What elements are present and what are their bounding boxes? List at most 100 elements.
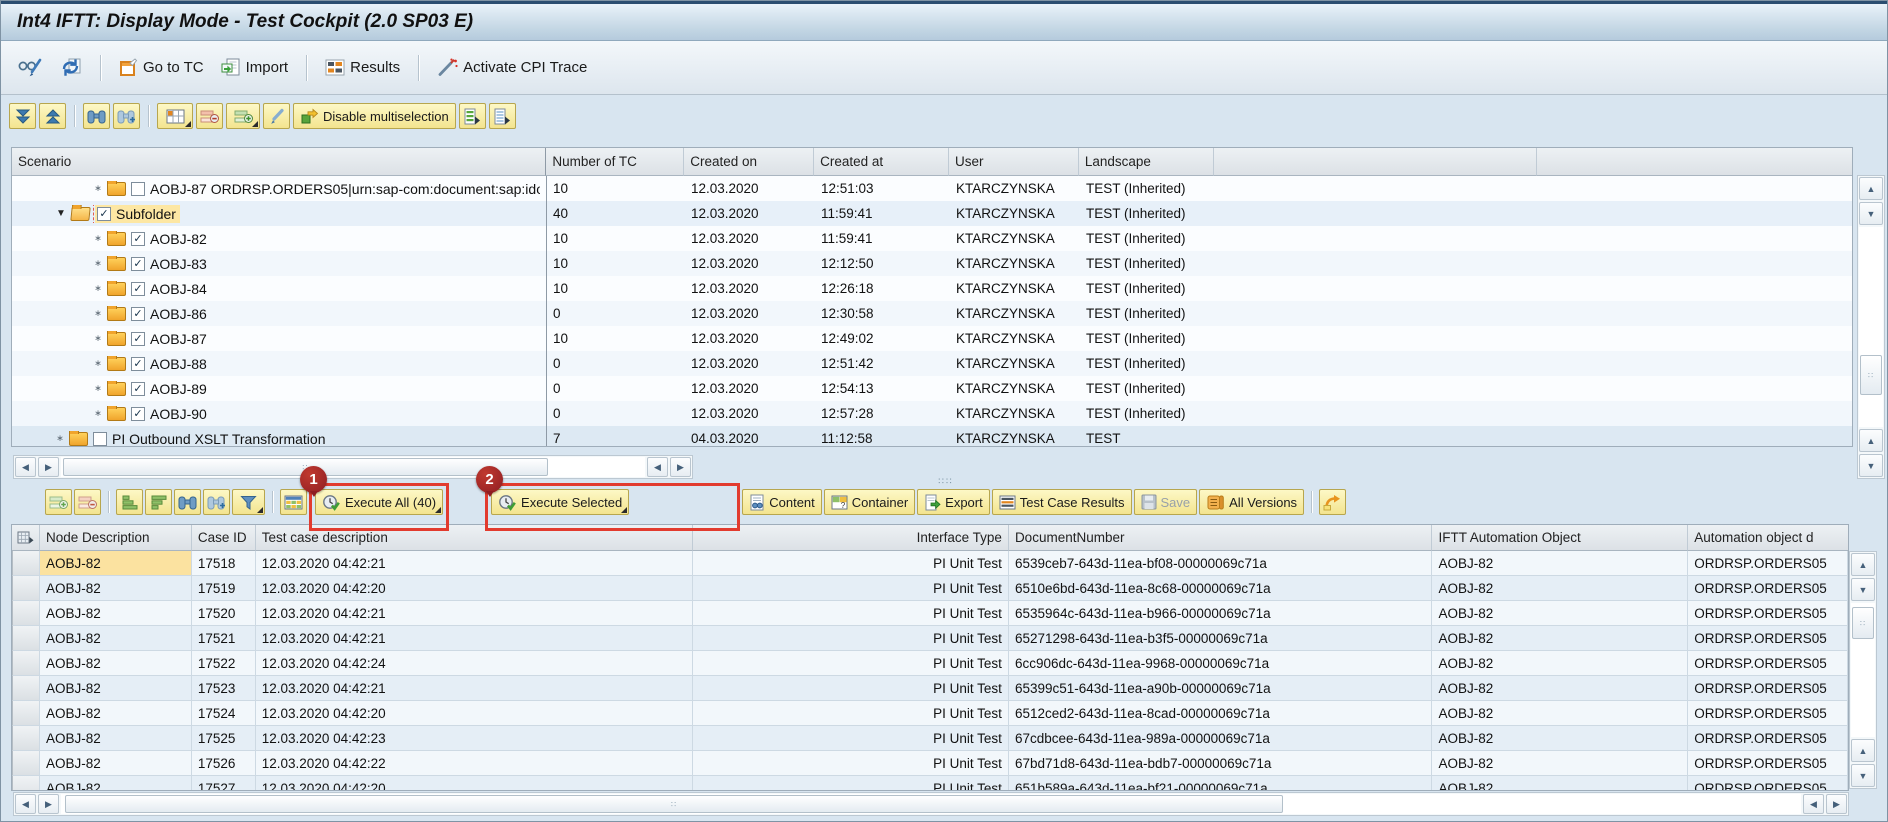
automation-object-description-cell[interactable]: ORDRSP.ORDERS05	[1688, 651, 1848, 676]
column-header-node-description[interactable]: Node Description	[40, 525, 192, 551]
iftt-automation-object-cell[interactable]: AOBJ-82	[1432, 701, 1688, 726]
column-header-number-of-tc[interactable]: Number of TC	[546, 148, 684, 176]
select-all-rows-button[interactable]	[12, 525, 40, 551]
export-button[interactable]: Export	[917, 489, 990, 515]
sort-descending-button[interactable]	[145, 489, 172, 515]
node-description-cell[interactable]: AOBJ-82	[40, 576, 192, 601]
case-row[interactable]: AOBJ-821751812.03.2020 04:42:21PI Unit T…	[12, 551, 1848, 576]
scroll-left-button[interactable]: ◀	[647, 457, 668, 477]
tree-row[interactable]: ∗✓AOBJ-871012.03.202012:49:02KTARCZYNSKA…	[12, 326, 1852, 351]
scroll-down-button[interactable]: ▼	[1859, 454, 1883, 477]
automation-object-description-cell[interactable]: ORDRSP.ORDERS05	[1688, 551, 1848, 576]
created-on-cell[interactable]: 12.03.2020	[685, 176, 815, 201]
container-button[interactable]: ? Container	[824, 489, 915, 515]
column-header-iftt-automation-object[interactable]: IFTT Automation Object	[1432, 525, 1688, 551]
node-description-cell[interactable]: AOBJ-82	[40, 676, 192, 701]
case-id-cell[interactable]: 17526	[192, 751, 256, 776]
scroll-left-button[interactable]: ◀	[15, 457, 36, 477]
iftt-automation-object-cell[interactable]: AOBJ-82	[1432, 551, 1688, 576]
scenario-label[interactable]: AOBJ-90	[150, 406, 207, 422]
case-vertical-scrollbar[interactable]: ▲ ▼ ∷ ▲ ▼	[1849, 551, 1877, 789]
iftt-automation-object-cell[interactable]: AOBJ-82	[1432, 676, 1688, 701]
user-cell[interactable]: KTARCZYNSKA	[950, 226, 1080, 251]
document-number-cell[interactable]: 65271298-643d-11ea-b3f5-00000069c71a	[1009, 626, 1433, 651]
expand-all-button[interactable]	[9, 103, 36, 129]
node-description-cell[interactable]: AOBJ-82	[40, 751, 192, 776]
scenario-checkbox[interactable]: ✓	[131, 257, 145, 271]
created-at-cell[interactable]: 12:26:18	[815, 276, 950, 301]
row-selector[interactable]	[12, 701, 40, 726]
number-of-tc-cell[interactable]: 10	[547, 326, 685, 351]
scroll-down-button[interactable]: ▼	[1859, 202, 1883, 225]
landscape-cell[interactable]: TEST (Inherited)	[1080, 176, 1215, 201]
created-at-cell[interactable]: 12:49:02	[815, 326, 950, 351]
scroll-down-button[interactable]: ▼	[1851, 578, 1875, 601]
landscape-cell[interactable]: TEST (Inherited)	[1080, 226, 1215, 251]
tree-row[interactable]: ∗✓AOBJ-841012.03.202012:26:18KTARCZYNSKA…	[12, 276, 1852, 301]
scenario-checkbox[interactable]: ✓	[97, 207, 111, 221]
created-on-cell[interactable]: 12.03.2020	[685, 326, 815, 351]
execute-selected-button[interactable]: Execute Selected	[491, 489, 629, 515]
created-at-cell[interactable]: 12:54:13	[815, 376, 950, 401]
automation-object-description-cell[interactable]: ORDRSP.ORDERS05	[1688, 576, 1848, 601]
row-selector[interactable]	[12, 751, 40, 776]
created-at-cell[interactable]: 12:51:03	[815, 176, 950, 201]
tree-row[interactable]: ∗AOBJ-87 ORDRSP.ORDERS05|urn:sap-com:doc…	[12, 176, 1852, 201]
refresh-button[interactable]	[56, 54, 86, 81]
automation-object-description-cell[interactable]: ORDRSP.ORDERS05	[1688, 726, 1848, 751]
case-row[interactable]: AOBJ-821752612.03.2020 04:42:22PI Unit T…	[12, 751, 1848, 776]
case-horizontal-scrollbar[interactable]: ◀ ▶ ∷ ◀ ▶	[13, 792, 1849, 816]
iftt-automation-object-cell[interactable]: AOBJ-82	[1432, 601, 1688, 626]
delete-row-button[interactable]	[74, 489, 101, 515]
iftt-automation-object-cell[interactable]: AOBJ-82	[1432, 651, 1688, 676]
row-selector[interactable]	[12, 676, 40, 701]
scenario-label[interactable]: AOBJ-83	[150, 256, 207, 272]
document-number-cell[interactable]: 6535964c-643d-11ea-b966-00000069c71a	[1009, 601, 1433, 626]
scroll-track[interactable]: ∷	[1851, 603, 1875, 737]
number-of-tc-cell[interactable]: 0	[547, 401, 685, 426]
scenario-label[interactable]: AOBJ-86	[150, 306, 207, 322]
case-id-cell[interactable]: 17525	[192, 726, 256, 751]
number-of-tc-cell[interactable]: 0	[547, 301, 685, 326]
goto-tc-button[interactable]: Go to TC	[115, 55, 208, 80]
created-at-cell[interactable]: 12:51:42	[815, 351, 950, 376]
created-at-cell[interactable]: 12:57:28	[815, 401, 950, 426]
column-header-scenario[interactable]: Scenario	[12, 148, 546, 176]
row-selector[interactable]	[12, 576, 40, 601]
column-header-landscape[interactable]: Landscape	[1079, 148, 1214, 176]
document-number-cell[interactable]: 6510e6bd-643d-11ea-8c68-00000069c71a	[1009, 576, 1433, 601]
interface-type-cell[interactable]: PI Unit Test	[693, 751, 1009, 776]
scenario-label[interactable]: PI Outbound XSLT Transformation	[112, 431, 326, 447]
interface-type-cell[interactable]: PI Unit Test	[693, 576, 1009, 601]
iftt-automation-object-cell[interactable]: AOBJ-82	[1432, 576, 1688, 601]
save-button[interactable]: Save	[1134, 489, 1198, 515]
tree-expander-icon[interactable]: ▼	[56, 208, 66, 219]
iftt-automation-object-cell[interactable]: AOBJ-82	[1432, 726, 1688, 751]
scenario-checkbox[interactable]: ✓	[131, 407, 145, 421]
document-number-cell[interactable]: 65399c51-643d-11ea-a90b-00000069c71a	[1009, 676, 1433, 701]
tree-horizontal-scrollbar[interactable]: ◀ ▶ ∷ ◀ ▶	[13, 455, 693, 479]
scenario-checkbox[interactable]: ✓	[131, 357, 145, 371]
scenario-checkbox[interactable]: ✓	[131, 307, 145, 321]
automation-object-description-cell[interactable]: ORDRSP.ORDERS05	[1688, 751, 1848, 776]
iftt-automation-object-cell[interactable]: AOBJ-82	[1432, 776, 1688, 791]
interface-type-cell[interactable]: PI Unit Test	[693, 626, 1009, 651]
column-header-case-id[interactable]: Case ID	[192, 525, 256, 551]
automation-object-description-cell[interactable]: ORDRSP.ORDERS05	[1688, 601, 1848, 626]
case-row[interactable]: AOBJ-821752012.03.2020 04:42:21PI Unit T…	[12, 601, 1848, 626]
scroll-right-button[interactable]: ▶	[38, 794, 59, 814]
test-case-description-cell[interactable]: 12.03.2020 04:42:20	[256, 576, 694, 601]
tree-row[interactable]: ∗PI Outbound XSLT Transformation704.03.2…	[12, 426, 1852, 447]
case-id-cell[interactable]: 17524	[192, 701, 256, 726]
tree-row[interactable]: ∗✓AOBJ-831012.03.202012:12:50KTARCZYNSKA…	[12, 251, 1852, 276]
scenario-checkbox[interactable]: ✓	[131, 232, 145, 246]
created-at-cell[interactable]: 11:59:41	[815, 226, 950, 251]
test-case-description-cell[interactable]: 12.03.2020 04:42:21	[256, 601, 694, 626]
node-description-cell[interactable]: AOBJ-82	[40, 726, 192, 751]
column-settings-button[interactable]	[157, 103, 193, 129]
scroll-thumb[interactable]: ∷	[1852, 607, 1874, 639]
automation-object-description-cell[interactable]: ORDRSP.ORDERS05	[1688, 776, 1848, 791]
scroll-up-button[interactable]: ▲	[1859, 177, 1883, 200]
interface-type-cell[interactable]: PI Unit Test	[693, 551, 1009, 576]
created-at-cell[interactable]: 12:12:50	[815, 251, 950, 276]
